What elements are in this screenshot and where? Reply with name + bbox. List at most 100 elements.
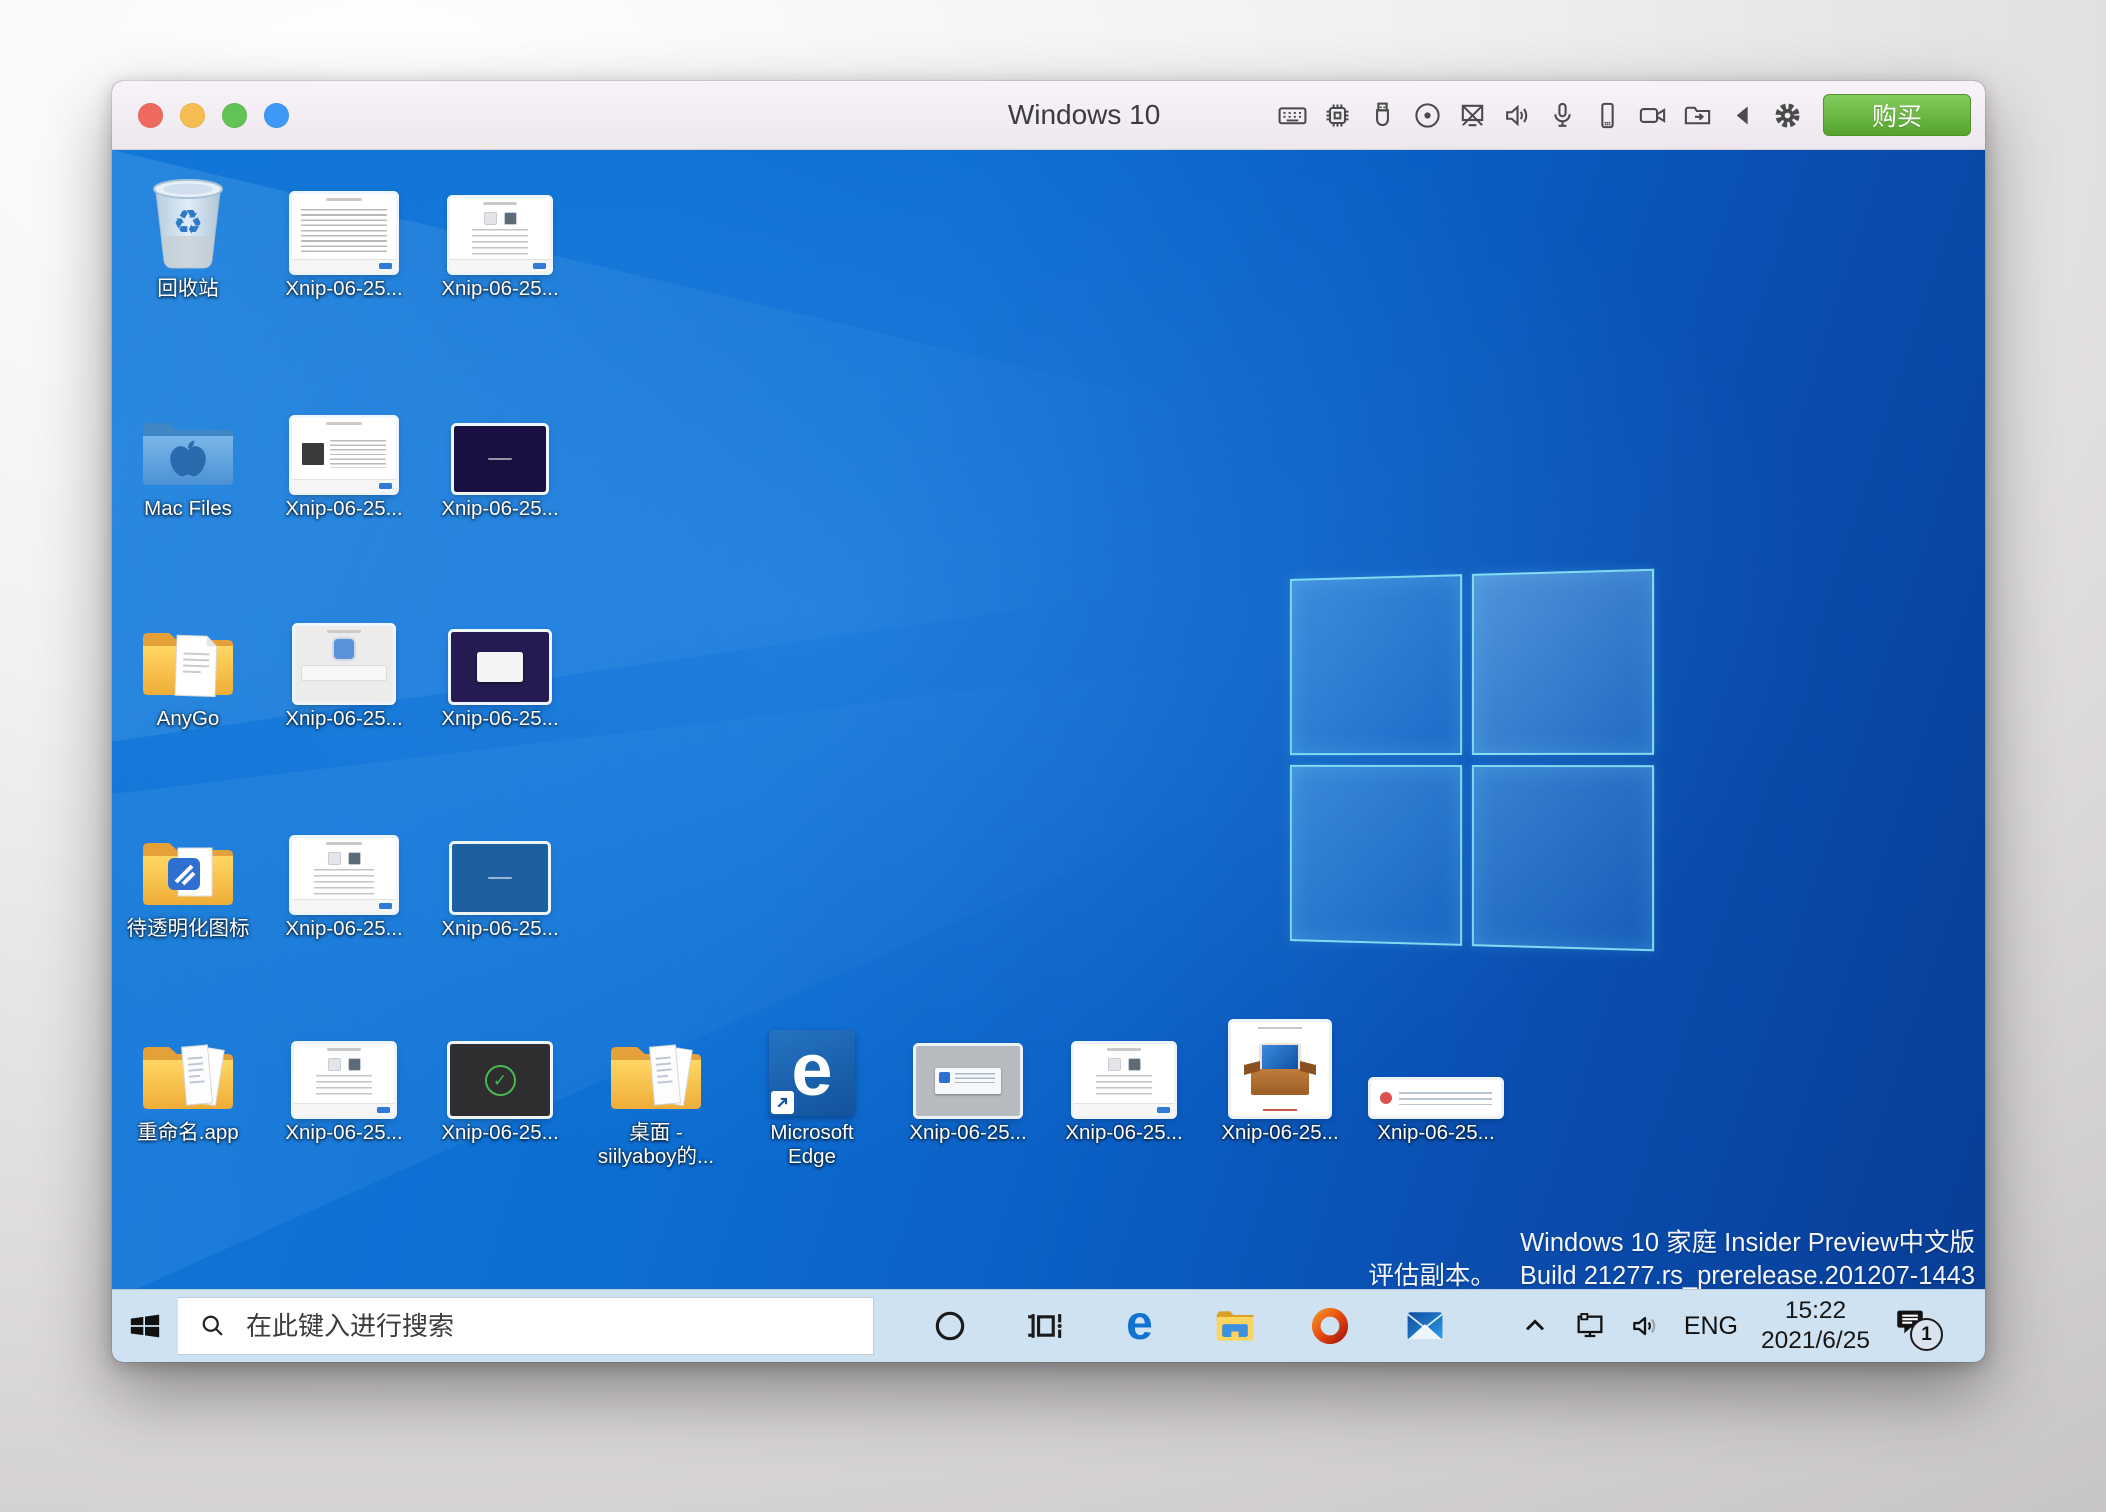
desktop-icon-screenshot[interactable]: Xnip-06-25... [267, 804, 421, 941]
desktop-icon-screenshot[interactable]: Xnip-06-25... [267, 384, 421, 521]
screenshot-thumbnail: ✓ [450, 1044, 550, 1116]
network-disabled-icon[interactable] [1457, 100, 1488, 131]
screenshot-art [423, 164, 577, 272]
desktop-icon-screenshot[interactable]: Xnip-06-25... [423, 804, 577, 941]
screenshot-art [1203, 1008, 1357, 1116]
desktop-icon-screenshot[interactable]: Xnip-06-25... [267, 164, 421, 301]
desktop-icon-label: Xnip-06-25... [267, 497, 421, 521]
task-view-icon[interactable] [997, 1290, 1092, 1362]
screenshot-thumbnail [1371, 1080, 1501, 1116]
zoom-button[interactable] [222, 103, 247, 128]
language-indicator[interactable]: ENG [1684, 1312, 1738, 1341]
desktop-icon-label: Xnip-06-25... [267, 707, 421, 731]
search-input[interactable] [178, 1297, 873, 1355]
screenshot-thumbnail [454, 426, 546, 492]
screenshot-art [423, 804, 577, 912]
desktop-icon-label: Xnip-06-25... [423, 917, 577, 941]
device-icon[interactable] [1592, 100, 1623, 131]
cortana-icon[interactable] [902, 1290, 997, 1362]
folder-files-art [579, 1008, 733, 1116]
desktop-icon-screenshot[interactable]: Xnip-06-25... [423, 594, 577, 731]
usb-icon[interactable] [1367, 100, 1398, 131]
desktop-icon-screenshot[interactable]: Xnip-06-25... [1359, 1008, 1513, 1145]
action-center-icon[interactable]: 1 [1893, 1303, 1939, 1349]
settings-gear-icon[interactable] [1772, 100, 1803, 131]
screenshot-thumbnail [1231, 1022, 1329, 1116]
coherence-button[interactable] [264, 103, 289, 128]
buy-button[interactable]: 购买 [1823, 94, 1971, 136]
desktop-icon-screenshot[interactable]: Xnip-06-25... [267, 594, 421, 731]
desktop-icon-label: Xnip-06-25... [1203, 1121, 1357, 1145]
desktop-icon-folder-doc[interactable]: AnyGo [112, 594, 265, 731]
taskbar: e ENG 15:22 2021/6/25 1 [112, 1289, 1985, 1362]
office-icon[interactable] [1282, 1290, 1377, 1362]
tray-chevron-icon[interactable] [1519, 1310, 1551, 1342]
screenshot-art [1359, 1008, 1513, 1116]
desktop-icon-screenshot[interactable]: Xnip-06-25... [267, 1008, 421, 1145]
screenshot-art: ✓ [423, 1008, 577, 1116]
desktop-icon-label: AnyGo [112, 707, 265, 731]
shortcut-arrow-icon [771, 1091, 794, 1114]
cd-icon[interactable] [1412, 100, 1443, 131]
minimize-button[interactable] [180, 103, 205, 128]
volume-tray-icon[interactable] [1629, 1310, 1661, 1342]
screenshot-thumbnail [452, 844, 548, 912]
desktop-icon-screenshot[interactable]: Xnip-06-25... [1047, 1008, 1201, 1145]
device-toolbar: 购买 [1277, 81, 1971, 149]
back-icon[interactable] [1727, 100, 1758, 131]
desktop-icon-screenshot[interactable]: ✓ Xnip-06-25... [423, 1008, 577, 1145]
desktop-icon-edge[interactable]: eMicrosoftEdge [735, 1008, 889, 1169]
edge-art: e [735, 1008, 889, 1116]
desktop-icon-screenshot[interactable]: Xnip-06-25... [1203, 1008, 1357, 1145]
desktop-icon-label: Xnip-06-25... [267, 277, 421, 301]
screenshot-thumbnail [1074, 1044, 1174, 1116]
screenshot-thumbnail [916, 1046, 1020, 1116]
windows-desktop[interactable]: ♻回收站Xnip-06-25...Xnip-06-25...Mac FilesX… [112, 150, 1985, 1299]
desktop-icon-label: Xnip-06-25... [267, 917, 421, 941]
desktop-icon-label: 待透明化图标 [112, 917, 265, 941]
desktop-icon-screenshot[interactable]: Xnip-06-25... [423, 384, 577, 521]
close-button[interactable] [138, 103, 163, 128]
desktop-icon-folder-files[interactable]: 重命名.app [112, 1008, 265, 1145]
desktop-icon-label: 桌面 -siilyaboy的... [579, 1121, 733, 1169]
cpu-icon[interactable] [1322, 100, 1353, 131]
desktop-icon-label: Xnip-06-25... [423, 277, 577, 301]
folder-apple-art [112, 384, 265, 492]
search-icon [198, 1311, 228, 1341]
video-camera-icon[interactable] [1637, 100, 1668, 131]
desktop-icon-recycle-bin[interactable]: ♻回收站 [112, 164, 265, 301]
desktop-icon-label: Xnip-06-25... [423, 497, 577, 521]
desktop-icon-folder-app[interactable]: 待透明化图标 [112, 804, 265, 941]
screenshot-art [267, 1008, 421, 1116]
screenshot-thumbnail [292, 194, 396, 272]
screenshot-thumbnail [292, 838, 396, 912]
edge-taskbar-icon[interactable]: e [1092, 1290, 1187, 1362]
taskbar-search[interactable] [178, 1297, 874, 1355]
keyboard-icon[interactable] [1277, 100, 1308, 131]
desktop-icon-label: Mac Files [112, 497, 265, 521]
desktop-icon-label: Xnip-06-25... [423, 1121, 577, 1145]
system-tray: ENG 15:22 2021/6/25 1 [1519, 1290, 1985, 1362]
logo-pane [1472, 569, 1654, 755]
notification-badge: 1 [1910, 1318, 1943, 1351]
clock-date: 2021/6/25 [1761, 1326, 1870, 1356]
desktop-icon-screenshot[interactable]: Xnip-06-25... [891, 1008, 1045, 1145]
file-explorer-icon[interactable] [1187, 1290, 1282, 1362]
window-title: Windows 10 [1008, 81, 1161, 149]
network-tray-icon[interactable] [1574, 1310, 1606, 1342]
screenshot-art [423, 384, 577, 492]
screenshot-art [267, 804, 421, 912]
mail-icon[interactable] [1377, 1290, 1472, 1362]
start-button[interactable] [112, 1290, 178, 1362]
desktop-icon-folder-files[interactable]: 桌面 -siilyaboy的... [579, 1008, 733, 1169]
desktop-icon-folder-apple[interactable]: Mac Files [112, 384, 265, 521]
clock[interactable]: 15:22 2021/6/25 [1761, 1296, 1870, 1356]
screenshot-thumbnail [294, 1044, 394, 1116]
volume-icon[interactable] [1502, 100, 1533, 131]
microphone-icon[interactable] [1547, 100, 1578, 131]
screenshot-art [423, 594, 577, 702]
logo-pane [1472, 765, 1654, 951]
desktop-icon-screenshot[interactable]: Xnip-06-25... [423, 164, 577, 301]
desktop-icon-label: 回收站 [112, 277, 265, 301]
shared-folder-icon[interactable] [1682, 100, 1713, 131]
